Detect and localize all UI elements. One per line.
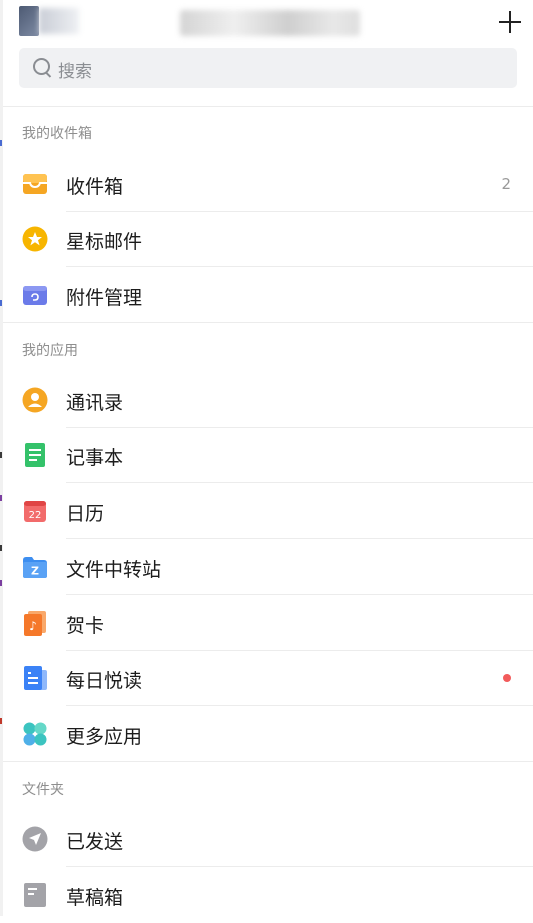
greeting-card-icon: ♪ [24,611,46,636]
sidebar-item-label: 文件中转站 [66,559,162,581]
sidebar-item-label: 更多应用 [66,726,143,748]
sent-icon [22,826,48,852]
plus-icon[interactable] [497,9,523,35]
row-divider [66,538,533,539]
svg-text:Z: Z [31,565,39,578]
section-title-folders: 文件夹 [22,782,64,798]
search-placeholder: 搜索 [58,62,92,82]
account-name-blurred[interactable] [180,10,360,36]
row-divider [3,322,533,323]
sidebar-item-label: 附件管理 [66,287,143,309]
svg-text:♪: ♪ [29,619,37,633]
daily-reading-icon [24,666,47,690]
sidebar-item-starred[interactable]: 星标邮件 [3,212,533,267]
star-icon [22,226,48,252]
sidebar-item-label: 草稿箱 [66,887,124,909]
sidebar-item-label: 日历 [66,503,105,525]
unread-dot [503,674,511,682]
row-divider [66,594,533,595]
row-divider [3,761,533,762]
sidebar-item-label: 贺卡 [66,615,105,637]
sidebar-item-file-transfer[interactable]: Z 文件中转站 [3,540,533,595]
sidebar-item-contacts[interactable]: 通讯录 [3,373,533,428]
row-divider [66,866,533,867]
contacts-icon [22,387,48,413]
search-icon [33,58,53,78]
sidebar-item-label: 通讯录 [66,392,124,414]
row-divider [66,266,533,267]
header-divider [3,106,533,107]
attachment-icon [23,286,47,305]
avatar-image [19,6,39,36]
sidebar-item-label: 每日悦读 [66,670,143,692]
file-transfer-icon: Z [23,557,47,578]
sidebar-item-label: 收件箱 [66,176,124,198]
section-title-my-apps: 我的应用 [22,343,78,359]
sidebar-item-notepad[interactable]: 记事本 [3,428,533,483]
unread-count-badge: 2 [501,175,511,193]
sidebar-item-daily-reading[interactable]: 每日悦读 [3,651,533,706]
sidebar-item-inbox[interactable]: 收件箱 2 [3,157,533,212]
inbox-tray-icon [23,174,47,194]
drafts-icon [24,883,46,907]
sidebar-item-greeting-card[interactable]: ♪ 贺卡 [3,596,533,651]
sidebar-item-more-apps[interactable]: 更多应用 [3,707,533,762]
section-title-my-inbox: 我的收件箱 [22,126,92,142]
row-divider [66,482,533,483]
sidebar-item-calendar[interactable]: 22 日历 [3,484,533,539]
search-input[interactable]: 搜索 [19,48,517,88]
sidebar-item-label: 星标邮件 [66,231,143,253]
svg-text:22: 22 [29,510,42,521]
sidebar-item-label: 已发送 [66,831,124,853]
more-apps-icon [23,722,47,746]
top-bar [0,0,533,44]
sidebar-item-attachments[interactable]: 附件管理 [3,268,533,323]
sidebar-item-label: 记事本 [66,447,124,469]
sidebar-item-sent[interactable]: 已发送 [3,812,533,867]
sidebar-item-drafts[interactable]: 草稿箱 [3,868,533,923]
calendar-icon: 22 [24,501,46,522]
avatar-blur [39,8,79,34]
row-divider [66,705,533,706]
avatar[interactable] [19,6,79,36]
notepad-icon [25,443,45,467]
